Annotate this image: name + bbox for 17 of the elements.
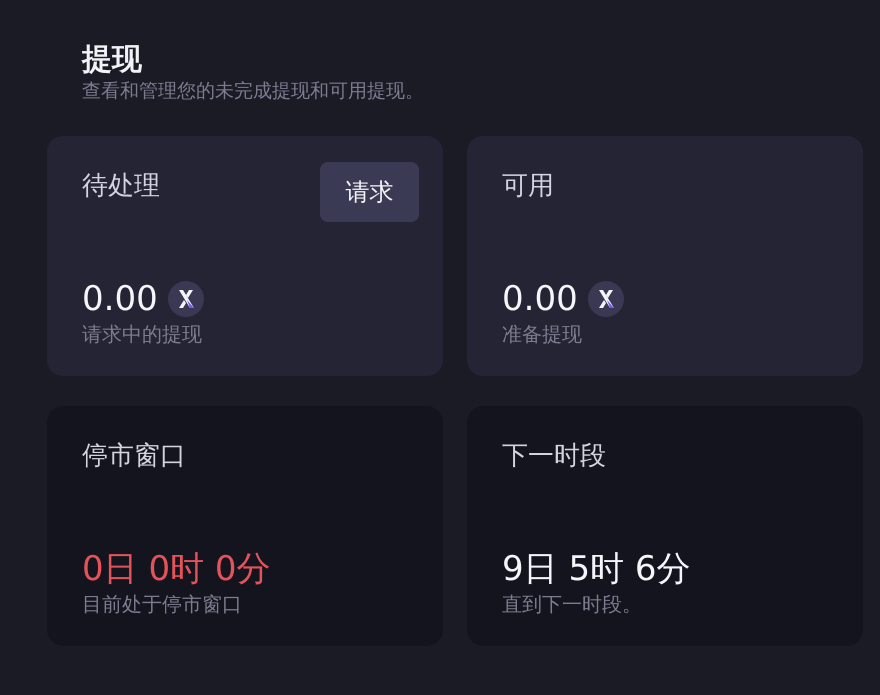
page-subtitle: 查看和管理您的未完成提现和可用提现。 <box>82 79 425 104</box>
card-title: 下一时段 <box>502 440 606 473</box>
countdown-value: 9日 5时 6分 <box>502 548 691 590</box>
card-title: 可用 <box>502 170 554 203</box>
amount-value: 0.00 <box>502 278 578 320</box>
card-caption: 直到下一时段。 <box>502 591 643 618</box>
card-caption: 目前处于停市窗口 <box>82 591 243 618</box>
amount-value: 0.00 <box>82 278 158 320</box>
page-title: 提现 <box>82 41 143 79</box>
card-caption: 请求中的提现 <box>82 321 203 348</box>
card-title: 停市窗口 <box>82 440 186 473</box>
countdown-value: 0日 0时 0分 <box>82 548 271 590</box>
token-icon <box>588 281 624 317</box>
token-icon <box>168 281 204 317</box>
card-caption: 准备提现 <box>502 321 583 348</box>
request-button[interactable]: 请求 <box>320 162 419 222</box>
card-title: 待处理 <box>82 170 160 203</box>
